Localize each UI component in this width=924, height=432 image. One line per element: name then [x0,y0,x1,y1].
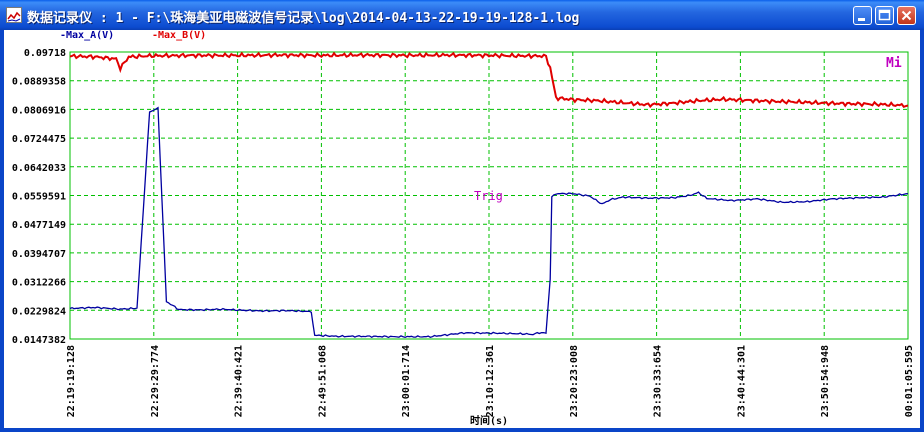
window-frame-bottom [0,428,924,432]
legend-series-a[interactable]: -Max_A(V) [60,30,114,41]
marker-mi[interactable]: Mi [886,56,902,71]
y-tick-label: 0.0559591 [12,192,66,203]
y-tick-label: 0.0806916 [12,105,66,116]
window-title: 数据记录仪 : 1 - F:\珠海美亚电磁波信号记录\log\2014-04-1… [27,11,580,26]
x-tick-label: 23:50:54:948 [820,345,831,417]
y-tick-label: 0.0229824 [12,306,66,317]
x-axis-label: 时间(s) [470,414,508,427]
title-bar[interactable]: 数据记录仪 : 1 - F:\珠海美亚电磁波信号记录\log\2014-04-1… [0,0,924,30]
close-button[interactable] [897,6,916,25]
minimize-button[interactable] [853,6,872,25]
y-tick-label: 0.0724475 [12,134,66,145]
x-tick-label: 22:39:40:421 [234,345,245,417]
maximize-button[interactable] [875,6,894,25]
y-tick-label: 0.0642033 [12,163,66,174]
x-tick-label: 23:20:23:008 [569,345,580,417]
y-tick-label: 0.0477149 [12,220,66,231]
y-tick-label: 0.09718 [24,48,66,59]
x-tick-label: 23:40:44:301 [736,345,747,417]
x-tick-label: 23:00:01:714 [401,345,412,417]
y-tick-label: 0.0889358 [12,77,66,88]
x-axis-ticks: 22:19:19:128 22:29:29:774 22:39:40:421 22:4… [66,345,915,417]
y-axis-ticks: 0.09718 0.0889358 0.0806916 0.0724475 0.0642… [12,48,66,346]
x-tick-label: 23:10:12:361 [485,345,496,417]
y-tick-label: 0.0147382 [12,335,66,346]
y-tick-label: 0.0312266 [12,278,66,289]
x-tick-label: 22:19:19:128 [66,345,77,417]
chart-area[interactable]: -Max_A(V) -Max_B(V) 0.09718 0.0889358 0.08… [0,30,924,428]
close-icon [901,10,912,21]
x-tick-label: 00:01:05:595 [904,345,915,417]
y-tick-label: 0.0394707 [12,249,66,260]
x-tick-label: 22:29:29:774 [150,345,161,417]
legend-series-b[interactable]: -Max_B(V) [152,30,206,41]
minimize-icon [858,18,865,21]
chart-app-icon [6,7,22,23]
x-tick-label: 23:30:33:654 [653,345,664,417]
x-tick-label: 22:49:51:068 [317,345,328,417]
marker-trig[interactable]: Trig [474,189,503,203]
maximize-icon [878,9,891,21]
